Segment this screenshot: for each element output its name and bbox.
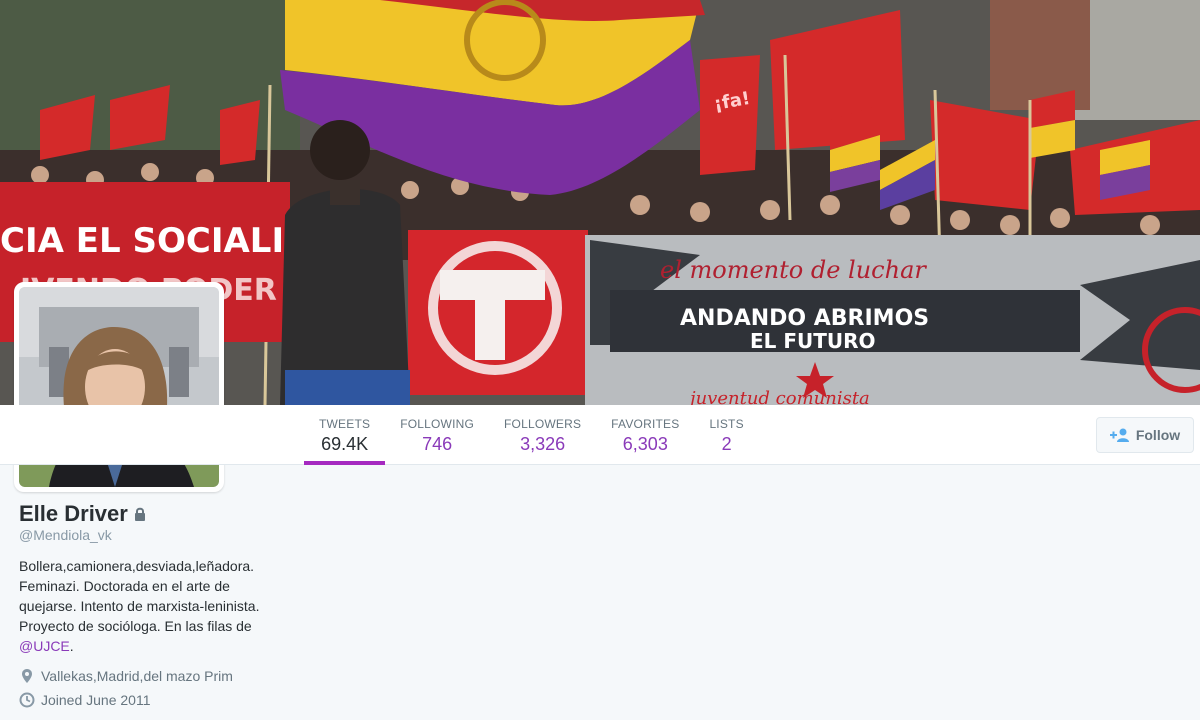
lock-icon [134,507,145,521]
tab-followers-label: FOLLOWERS [504,417,582,431]
banner-right-bottom: juventud comunista [686,388,870,405]
banner-right-main1: ANDANDO ABRIMOS [680,306,929,331]
profile-bio: Bollera,camionera,desviada,leñadora. Fem… [19,556,279,656]
banner-right-top: el momento de luchar [660,256,927,284]
location-text: Vallekas,Madrid,del mazo Prim [41,668,233,684]
location-pin-icon [22,669,32,683]
tab-tweets[interactable]: TWEETS 69.4K [304,405,386,465]
profile-joined: Joined June 2011 [19,688,279,712]
follow-button[interactable]: Follow [1096,417,1194,453]
calendar-clock-icon [19,692,35,708]
tab-lists[interactable]: LISTS 2 [694,405,758,465]
profile-meta: Vallekas,Madrid,del mazo Prim Joined Jun… [19,664,279,712]
tab-tweets-label: TWEETS [319,417,371,431]
tab-followers[interactable]: FOLLOWERS 3,326 [489,405,596,465]
profile-handle[interactable]: @Mendiola_vk [19,526,279,544]
tab-following-count: 746 [422,434,453,454]
bio-mention-link[interactable]: @UJCE [19,638,70,654]
tab-tweets-count: 69.4K [321,434,369,454]
bio-end: . [69,638,74,654]
profile-location: Vallekas,Madrid,del mazo Prim [19,664,279,688]
profile-card: Elle Driver @Mendiola_vk Bollera,camione… [19,500,279,712]
add-user-icon [1109,428,1129,442]
tab-favorites-count: 6,303 [622,434,668,454]
tab-following-label: FOLLOWING [400,417,475,431]
profile-name[interactable]: Elle Driver [19,500,128,528]
tab-lists-count: 2 [721,434,732,454]
follow-button-label: Follow [1135,427,1181,443]
tab-favorites-label: FAVORITES [611,417,680,431]
profile-nav: TWEETS 69.4K FOLLOWING 746 FOLLOWERS 3,3… [0,405,1200,465]
profile-stats: TWEETS 69.4K FOLLOWING 746 FOLLOWERS 3,3… [304,405,759,465]
banner-right-main2: EL FUTURO [750,329,876,353]
tab-followers-count: 3,326 [520,434,566,454]
bio-text: Bollera,camionera,desviada,leñadora. Fem… [19,558,260,634]
name-line: Elle Driver [19,500,279,528]
tab-favorites[interactable]: FAVORITES 6,303 [596,405,694,465]
tab-lists-label: LISTS [709,417,744,431]
joined-text: Joined June 2011 [41,692,151,708]
tab-following[interactable]: FOLLOWING 746 [385,405,489,465]
